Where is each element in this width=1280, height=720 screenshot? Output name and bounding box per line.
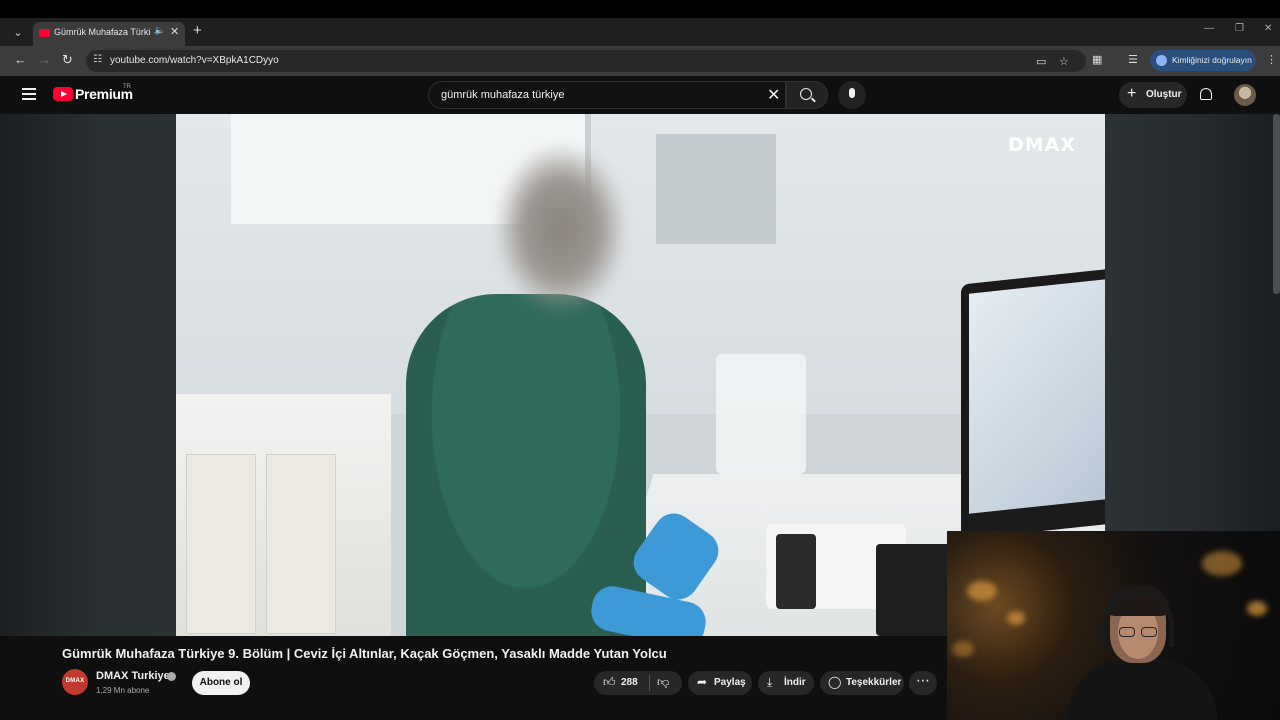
video-frame-blurred-face — [496, 144, 626, 314]
window-close-icon[interactable]: ✕ — [1264, 23, 1272, 34]
subscribe-button[interactable]: Abone ol — [192, 671, 250, 695]
download-button[interactable]: ⤓ İndir — [758, 671, 814, 695]
video-frame-monitor — [961, 269, 1105, 540]
create-button[interactable]: + Oluştur — [1119, 82, 1187, 108]
search-input[interactable]: gümrük muhafaza türkiye ✕ — [428, 81, 786, 109]
dmax-watermark: DMAX — [1008, 134, 1077, 156]
browser-tab-strip: ⌄ Gümrük Muhafaza Türkiye 🔈 ✕ + — ❐ ✕ — [0, 18, 1280, 46]
account-avatar[interactable] — [1234, 84, 1256, 106]
search-button[interactable] — [786, 81, 828, 109]
profile-chip-label: Kimliğinizi doğrulayın — [1172, 55, 1252, 65]
speaker-icon[interactable]: 🔈 — [154, 25, 165, 36]
thanks-label: Teşekkürler — [846, 677, 902, 688]
browser-toolbar: ← → ↻ ☷ youtube.com/watch?v=XBpkA1CDyyo … — [0, 46, 1280, 76]
address-bar[interactable]: ☷ youtube.com/watch?v=XBpkA1CDyyo ▭ ☆ — [86, 50, 1086, 72]
create-label: Oluştur — [1146, 89, 1182, 100]
profile-verify-chip[interactable]: Kimliğinizi doğrulayın — [1150, 50, 1256, 71]
bookmark-star-icon[interactable]: ☆ — [1059, 55, 1069, 68]
restore-icon[interactable]: ❐ — [1235, 23, 1244, 34]
media-controls-icon[interactable]: ☰ — [1128, 53, 1138, 66]
like-count[interactable]: 288 — [621, 677, 638, 688]
extensions-icon[interactable]: ▦ — [1092, 53, 1102, 66]
close-icon[interactable]: ✕ — [170, 25, 179, 38]
thanks-button[interactable]: ◯ Teşekkürler — [820, 671, 904, 695]
channel-avatar[interactable]: DMAX — [62, 669, 88, 695]
subscribe-label: Abone ol — [199, 677, 243, 688]
clear-search-icon[interactable]: ✕ — [767, 85, 780, 105]
voice-search-button[interactable] — [838, 81, 866, 109]
page-scrollbar[interactable] — [1273, 114, 1280, 294]
tab-title: Gümrük Muhafaza Türkiye — [54, 27, 150, 37]
subscriber-count: 1,29 Mn abone — [96, 686, 150, 695]
site-info-icon[interactable]: ☷ — [93, 54, 102, 65]
youtube-logo-icon[interactable] — [53, 87, 73, 101]
webcam-person-body — [1067, 659, 1217, 720]
like-divider — [649, 675, 650, 691]
download-label: İndir — [784, 677, 806, 688]
youtube-favicon-icon — [39, 29, 50, 37]
share-button[interactable]: ➦ Paylaş — [688, 671, 752, 695]
browser-menu-icon[interactable]: ⋮ — [1266, 53, 1277, 66]
profile-icon — [1156, 55, 1167, 66]
region-code: TR — [123, 84, 131, 90]
plus-icon[interactable]: + — [193, 22, 202, 39]
browser-tab[interactable]: Gümrük Muhafaza Türkiye 🔈 ✕ — [33, 22, 185, 46]
webcam-overlay — [947, 531, 1280, 720]
video-frame-counter — [176, 394, 391, 636]
video-title: Gümrük Muhafaza Türkiye 9. Bölüm | Ceviz… — [62, 646, 667, 661]
video-frame-instrument-dark — [776, 534, 816, 609]
share-label: Paylaş — [714, 677, 746, 688]
url-text[interactable]: youtube.com/watch?v=XBpkA1CDyyo — [110, 55, 279, 66]
install-app-icon[interactable]: ▭ — [1036, 55, 1046, 68]
super-thanks-icon: ◯ — [828, 675, 842, 689]
reload-icon[interactable]: ↻ — [62, 52, 73, 68]
verified-badge-icon — [167, 672, 176, 681]
share-arrow-icon: ➦ — [697, 675, 708, 689]
more-actions-icon[interactable]: ⋯ — [909, 671, 937, 695]
minimize-icon[interactable]: — — [1204, 23, 1214, 34]
plus-icon: + — [1127, 85, 1137, 102]
video-frame-person — [406, 294, 646, 636]
video-frame-balance — [716, 354, 806, 474]
thumbs-up-icon[interactable]: 👍︎ — [603, 675, 616, 690]
video-frame-hood — [656, 134, 776, 244]
search-query[interactable]: gümrük muhafaza türkiye — [441, 89, 565, 101]
screen-top-bar — [0, 0, 1280, 18]
menu-icon[interactable] — [22, 88, 36, 100]
download-icon: ⤓ — [767, 675, 773, 689]
thumbs-down-icon[interactable]: 👎︎ — [657, 675, 669, 690]
back-arrow-icon[interactable]: ← — [14, 52, 27, 67]
channel-avatar-text: DMAX — [65, 678, 85, 684]
notifications-bell-icon[interactable] — [1200, 88, 1212, 100]
like-dislike-group: 👍︎ 288 👎︎ — [594, 671, 682, 695]
tab-search-chevron-icon[interactable]: ⌄ — [8, 23, 28, 43]
forward-arrow-icon[interactable]: → — [38, 52, 51, 67]
channel-name[interactable]: DMAX Turkiye — [96, 670, 170, 682]
microphone-icon — [849, 88, 855, 98]
search-icon — [800, 88, 812, 100]
youtube-header: Premium TR gümrük muhafaza türkiye ✕ + O… — [0, 76, 1280, 114]
glasses-icon — [1119, 627, 1135, 637]
